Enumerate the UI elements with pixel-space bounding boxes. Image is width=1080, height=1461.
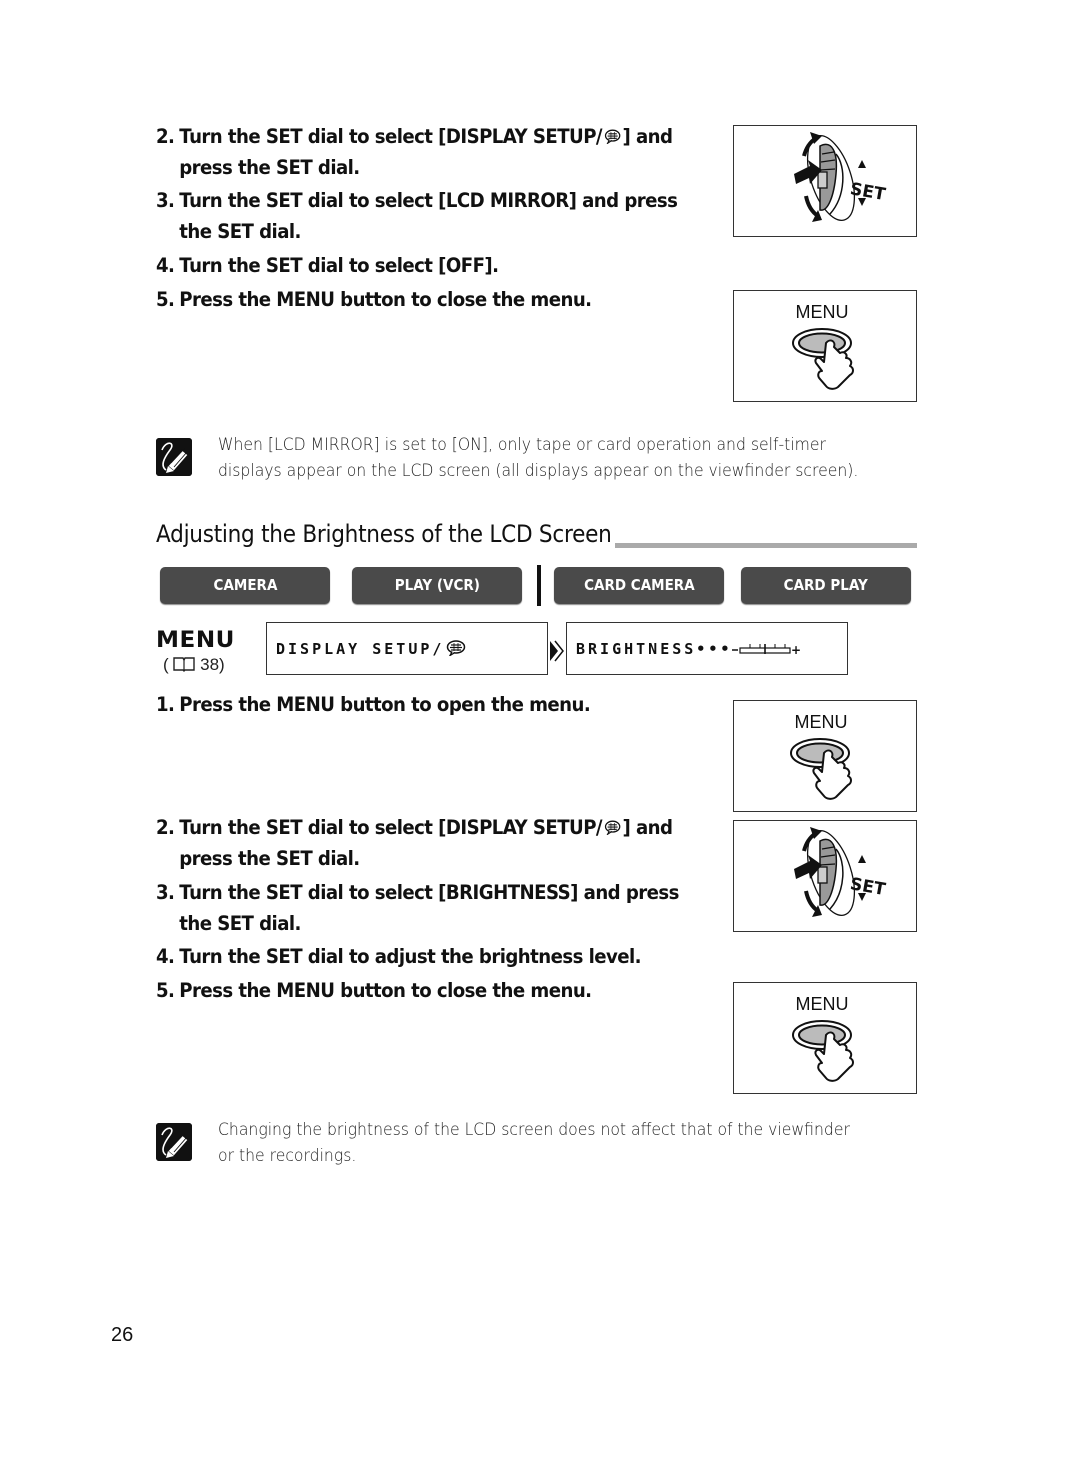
step-2-display-setup: 2. Turn the SET dial to select [DISPLAY S… bbox=[156, 121, 673, 183]
menu-button-figure: MENU bbox=[733, 982, 917, 1094]
set-dial-figure bbox=[733, 820, 917, 932]
step-text: Turn the SET dial to select [OFF]. bbox=[179, 254, 499, 277]
menu-page-reference: ( 38) bbox=[163, 655, 225, 675]
step-3-brightness: 3. Turn the SET dial to select [BRIGHTNES… bbox=[156, 877, 679, 939]
ref-page: 38) bbox=[200, 655, 225, 674]
note-line: or the recordings. bbox=[218, 1146, 357, 1166]
pencil-note-icon bbox=[156, 438, 192, 476]
step-text-cont: the SET dial. bbox=[179, 912, 301, 935]
step-text: Turn the SET dial to adjust the brightne… bbox=[179, 945, 641, 968]
step-number: 3. bbox=[156, 189, 175, 212]
section-heading: Adjusting the Brightness of the LCD Scre… bbox=[156, 520, 616, 548]
step-text: Press the MENU button to open the menu. bbox=[179, 693, 591, 716]
mode-card-play: CARD PLAY bbox=[741, 567, 911, 604]
mode-camera: CAMERA bbox=[160, 567, 330, 604]
note-line: When [LCD MIRROR] is set to [ON], only t… bbox=[218, 435, 826, 455]
step-text-cont: press the SET dial. bbox=[179, 156, 360, 179]
step-5-close-menu: 5. Press the MENU button to close the men… bbox=[156, 975, 592, 1006]
step-2-display-setup: 2. Turn the SET dial to select [DISPLAY S… bbox=[156, 812, 673, 874]
step-text: ] and bbox=[622, 125, 673, 148]
menu-button-figure: MENU bbox=[733, 290, 917, 402]
step-text-cont: press the SET dial. bbox=[179, 847, 360, 870]
mode-label: CARD PLAY bbox=[783, 576, 869, 594]
step-4-select-off: 4. Turn the SET dial to select [OFF]. bbox=[156, 250, 499, 281]
set-dial-figure bbox=[733, 125, 917, 237]
step-number: 4. bbox=[156, 254, 175, 277]
book-icon bbox=[173, 657, 196, 672]
menu-logo: MENU bbox=[156, 628, 235, 653]
step-number: 1. bbox=[156, 693, 175, 716]
step-text-cont: the SET dial. bbox=[179, 220, 301, 243]
hand-press-button-icon bbox=[732, 701, 914, 811]
mode-label: CAMERA bbox=[213, 576, 277, 594]
lcd-item-text: BRIGHTNESS••• bbox=[576, 640, 733, 658]
pencil-note-icon bbox=[156, 1123, 192, 1161]
set-dial-icon bbox=[734, 821, 916, 931]
hand-press-button-icon bbox=[734, 983, 916, 1093]
step-text: Turn the SET dial to select [BRIGHTNESS]… bbox=[179, 881, 679, 904]
brightness-level-bar: + bbox=[732, 643, 801, 657]
display-setup-icon bbox=[604, 820, 621, 835]
note-brightness: Changing the brightness of the LCD scree… bbox=[156, 1115, 916, 1175]
display-setup-icon bbox=[446, 640, 466, 656]
set-dial-icon bbox=[734, 126, 916, 236]
step-3-lcd-mirror: 3. Turn the SET dial to select [LCD MIRRO… bbox=[156, 185, 678, 247]
plus-sign: + bbox=[791, 643, 800, 656]
mode-label: CARD CAMERA bbox=[583, 576, 695, 594]
lcd-menu-brightness: BRIGHTNESS••• + bbox=[566, 622, 848, 675]
step-number: 5. bbox=[156, 288, 175, 311]
display-setup-icon bbox=[604, 129, 621, 144]
mode-separator bbox=[537, 565, 541, 606]
step-text: Turn the SET dial to select [DISPLAY SET… bbox=[179, 125, 602, 148]
hand-press-button-icon bbox=[734, 291, 916, 401]
step-number: 3. bbox=[156, 881, 175, 904]
page-number: 26 bbox=[111, 1324, 134, 1346]
mode-card-camera: CARD CAMERA bbox=[554, 567, 724, 604]
step-number: 5. bbox=[156, 979, 175, 1002]
step-text: ] and bbox=[622, 816, 673, 839]
step-number: 2. bbox=[156, 816, 175, 839]
step-number: 2. bbox=[156, 125, 175, 148]
mode-play-vcr: PLAY (VCR) bbox=[352, 567, 522, 604]
note-text: When [LCD MIRROR] is set to [ON], only t… bbox=[218, 432, 858, 484]
step-number: 4. bbox=[156, 945, 175, 968]
double-chevron-right-icon bbox=[550, 640, 564, 662]
step-text: Turn the SET dial to select [LCD MIRROR]… bbox=[179, 189, 678, 212]
note-line: displays appear on the LCD screen (all d… bbox=[218, 461, 859, 481]
ref-paren: ( bbox=[163, 655, 169, 674]
step-1-open-menu: 1. Press the MENU button to open the menu… bbox=[156, 689, 591, 720]
lcd-item-text: DISPLAY SETUP/ bbox=[276, 640, 445, 658]
note-line: Changing the brightness of the LCD scree… bbox=[218, 1120, 850, 1140]
step-text: Press the MENU button to close the menu. bbox=[179, 288, 592, 311]
step-text: Turn the SET dial to select [DISPLAY SET… bbox=[179, 816, 602, 839]
step-4-adjust: 4. Turn the SET dial to adjust the bright… bbox=[156, 941, 642, 972]
step-text: Press the MENU button to close the menu. bbox=[179, 979, 592, 1002]
step-5-close-menu: 5. Press the MENU button to close the men… bbox=[156, 284, 592, 315]
menu-button-figure: MENU bbox=[733, 700, 917, 812]
note-lcd-mirror: When [LCD MIRROR] is set to [ON], only t… bbox=[156, 430, 916, 490]
lcd-menu-display-setup: DISPLAY SETUP/ bbox=[266, 622, 548, 675]
note-text: Changing the brightness of the LCD scree… bbox=[218, 1117, 850, 1169]
mode-label: PLAY (VCR) bbox=[394, 576, 480, 594]
